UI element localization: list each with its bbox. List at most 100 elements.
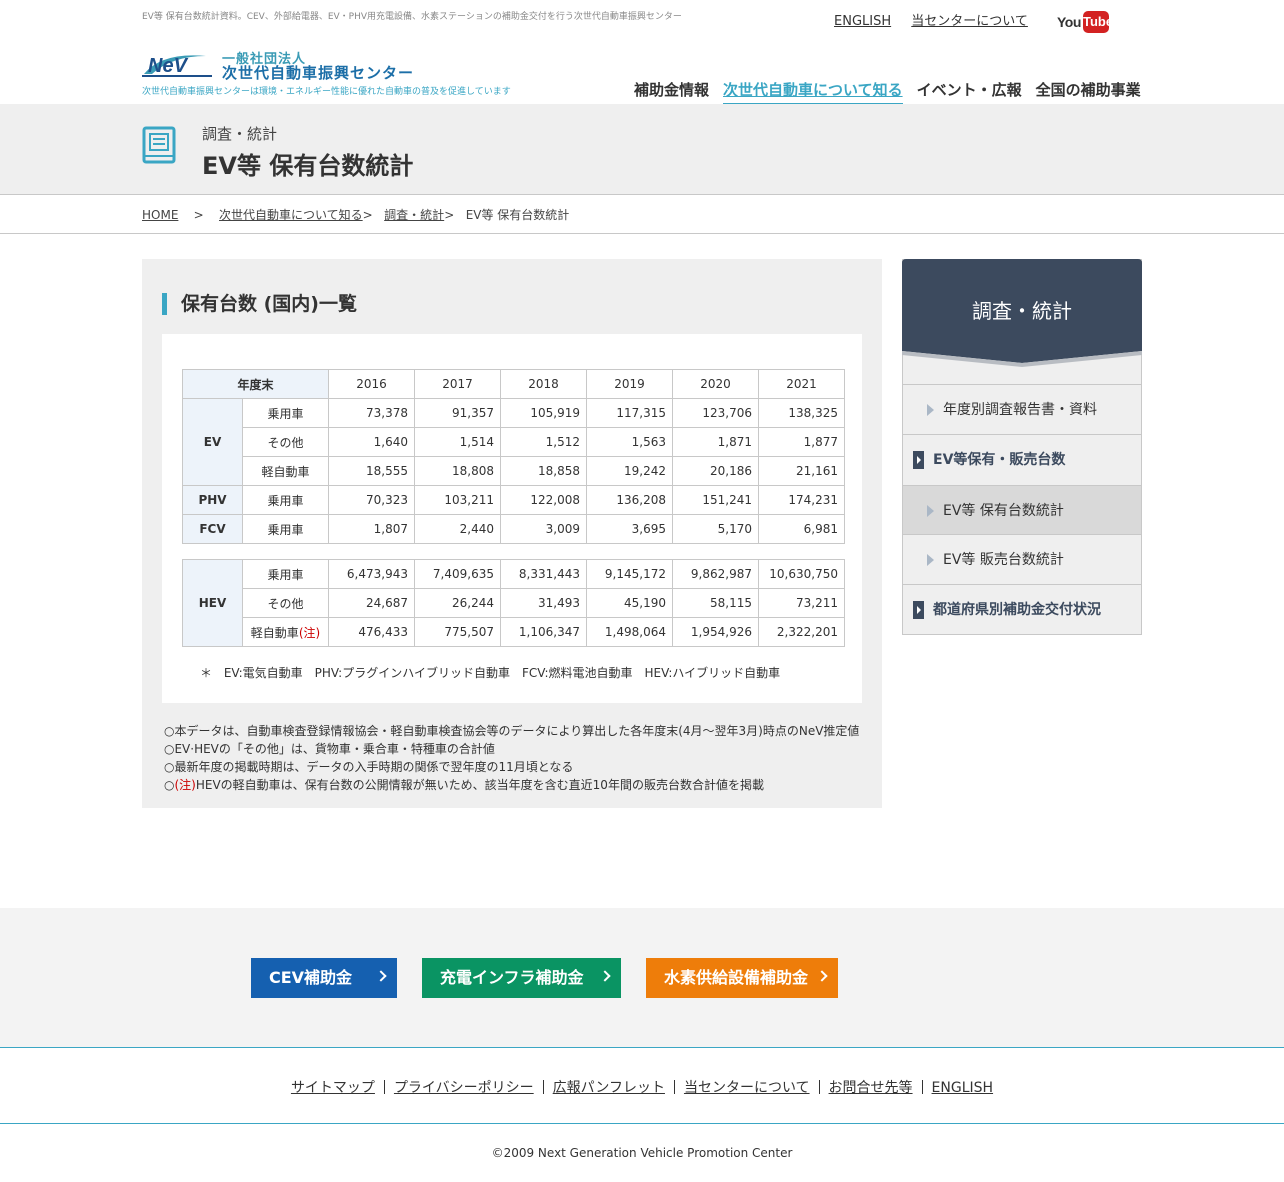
main-content: 保有台数 (国内)一覧 年度末 2016 2017 2018 2019 2020…: [142, 259, 882, 808]
sidebar-item-ownership-stats[interactable]: EV等 保有台数統計: [903, 485, 1141, 535]
table-row: PHV 乗用車 70,323 103,211 122,008 136,208 1…: [182, 485, 845, 515]
note-marker: (注): [298, 625, 321, 640]
sidebar-item-label: EV等保有・販売台数: [933, 452, 1066, 468]
about-link[interactable]: 当センターについて: [911, 14, 1028, 29]
footer-link-contact[interactable]: お問合せ先等: [829, 1080, 913, 1096]
chevron-right-icon: [375, 970, 387, 982]
english-link[interactable]: ENGLISH: [834, 14, 891, 29]
value-cell: 476,433: [328, 617, 415, 647]
divider: [383, 1080, 385, 1094]
sidebar: 調査・統計 年度別調査報告書・資料 EV等保有・販売台数 EV等 保有台数統計 …: [902, 259, 1142, 635]
value-cell: 5,170: [672, 514, 759, 544]
nav-national-programs[interactable]: 全国の補助事業: [1036, 79, 1141, 107]
breadcrumb-about[interactable]: 次世代自動車について知る: [219, 208, 363, 222]
stats-card: 年度末 2016 2017 2018 2019 2020 2021 EV 乗用車…: [162, 334, 862, 703]
sidebar-item-sales-stats[interactable]: EV等 販売台数統計: [903, 534, 1141, 584]
footer-links: サイトマップ プライバシーポリシー 広報パンフレット 当センターについて お問合せ先等 E…: [0, 1077, 1284, 1097]
sidebar-item-label: 都道府県別補助金交付状況: [933, 602, 1101, 618]
vehicle-type: 乗用車: [242, 485, 329, 515]
breadcrumb-sep: >: [444, 208, 455, 222]
value-cell: 26,244: [414, 588, 501, 618]
vehicle-type: 乗用車: [242, 559, 329, 589]
value-cell: 3,695: [586, 514, 673, 544]
breadcrumb-home[interactable]: HOME: [142, 208, 178, 222]
vehicle-class-label: PHV: [182, 485, 243, 515]
nav-subsidy-info[interactable]: 補助金情報: [634, 79, 709, 107]
nav-about-next-gen[interactable]: 次世代自動車について知る: [723, 79, 903, 107]
year-header: 2020: [672, 369, 759, 399]
value-cell: 18,808: [414, 456, 501, 486]
arrow-right-icon: [927, 505, 934, 517]
value-cell: 1,877: [758, 427, 845, 457]
stats-table-hev: HEV 乗用車 6,473,943 7,409,635 8,331,443 9,…: [182, 559, 845, 647]
footer-link-about[interactable]: 当センターについて: [684, 1080, 810, 1096]
chevron-right-icon: [816, 970, 828, 982]
year-header: 2019: [586, 369, 673, 399]
footer-link-sitemap[interactable]: サイトマップ: [291, 1080, 375, 1096]
vehicle-class-label: HEV: [182, 559, 243, 647]
page-title: EV等 保有台数統計: [202, 152, 414, 180]
section-heading: 保有台数 (国内)一覧: [162, 293, 357, 315]
value-cell: 73,211: [758, 588, 845, 618]
value-cell: 6,473,943: [328, 559, 415, 589]
footer-link-pamphlet[interactable]: 広報パンフレット: [553, 1080, 665, 1096]
youtube-tube-text: Tube: [1083, 11, 1113, 33]
value-cell: 10,630,750: [758, 559, 845, 589]
value-cell: 136,208: [586, 485, 673, 515]
chevron-right-icon: [599, 970, 611, 982]
value-cell: 2,440: [414, 514, 501, 544]
sidebar-item-prefecture-subsidy[interactable]: 都道府県別補助金交付状況: [903, 584, 1141, 634]
hydrogen-subsidy-button[interactable]: 水素供給設備補助金: [646, 958, 838, 998]
value-cell: 138,325: [758, 398, 845, 428]
nav-events[interactable]: イベント・広報: [917, 79, 1022, 107]
vehicle-class-label: EV: [182, 398, 243, 486]
footer-link-english[interactable]: ENGLISH: [932, 1080, 994, 1096]
arrow-right-icon: [913, 451, 924, 469]
arrow-right-icon: [913, 601, 924, 619]
table-corner-header: 年度末: [182, 369, 329, 399]
value-cell: 123,706: [672, 398, 759, 428]
value-cell: 24,687: [328, 588, 415, 618]
book-icon: [142, 126, 176, 164]
table-row: EV 乗用車 73,378 91,357 105,919 117,315 123…: [182, 398, 845, 486]
divider: [818, 1080, 820, 1094]
vehicle-type: 乗用車: [242, 398, 329, 428]
year-header: 2021: [758, 369, 845, 399]
sidebar-item-ev-counts[interactable]: EV等保有・販売台数: [903, 434, 1141, 484]
divider: [921, 1080, 923, 1094]
sidebar-item-label: EV等 販売台数統計: [943, 552, 1064, 568]
value-cell: 1,563: [586, 427, 673, 457]
year-header: 2017: [414, 369, 501, 399]
cev-subsidy-button[interactable]: CEV補助金: [251, 958, 397, 998]
value-cell: 174,231: [758, 485, 845, 515]
value-cell: 58,115: [672, 588, 759, 618]
value-cell: 45,190: [586, 588, 673, 618]
value-cell: 18,555: [328, 456, 415, 486]
charging-infra-subsidy-button[interactable]: 充電インフラ補助金: [422, 958, 621, 998]
vehicle-type: その他: [242, 588, 329, 618]
divider: [0, 233, 1284, 234]
value-cell: 103,211: [414, 485, 501, 515]
sidebar-item-label: 年度別調査報告書・資料: [943, 402, 1097, 418]
breadcrumb-stats[interactable]: 調査・統計: [384, 208, 444, 222]
sidebar-item-reports[interactable]: 年度別調査報告書・資料: [903, 384, 1141, 434]
vehicle-type: その他: [242, 427, 329, 457]
table-row: 軽自動車 18,555 18,808 18,858 19,242 20,186 …: [183, 456, 845, 486]
footer-link-privacy[interactable]: プライバシーポリシー: [394, 1080, 534, 1096]
table-row: その他 24,687 26,244 31,493 45,190 58,115 7…: [183, 588, 845, 618]
value-cell: 1,512: [500, 427, 587, 457]
table-row: FCV 乗用車 1,807 2,440 3,009 3,695 5,170 6,…: [182, 514, 845, 544]
global-nav: 補助金情報 次世代自動車について知る イベント・広報 全国の補助事業: [634, 79, 1141, 107]
value-cell: 20,186: [672, 456, 759, 486]
sidebar-title: 調査・統計: [972, 299, 1072, 323]
abbreviation-legend: ＊ EV:電気自動車 PHV:プラグインハイブリッド自動車 FCV:燃料電池自動…: [200, 666, 781, 680]
value-cell: 18,858: [500, 456, 587, 486]
vehicle-type: 乗用車: [242, 514, 329, 544]
page-title-band: 調査・統計 EV等 保有台数統計: [0, 104, 1284, 195]
youtube-logo[interactable]: You Tube: [1057, 11, 1113, 33]
vehicle-class-label: FCV: [182, 514, 243, 544]
arrow-right-icon: [927, 404, 934, 416]
table-row: HEV 乗用車 6,473,943 7,409,635 8,331,443 9,…: [182, 559, 845, 647]
nev-logo[interactable]: NeV 一般社団法人 次世代自動車振興センター: [142, 48, 422, 82]
arrow-right-icon: [927, 554, 934, 566]
